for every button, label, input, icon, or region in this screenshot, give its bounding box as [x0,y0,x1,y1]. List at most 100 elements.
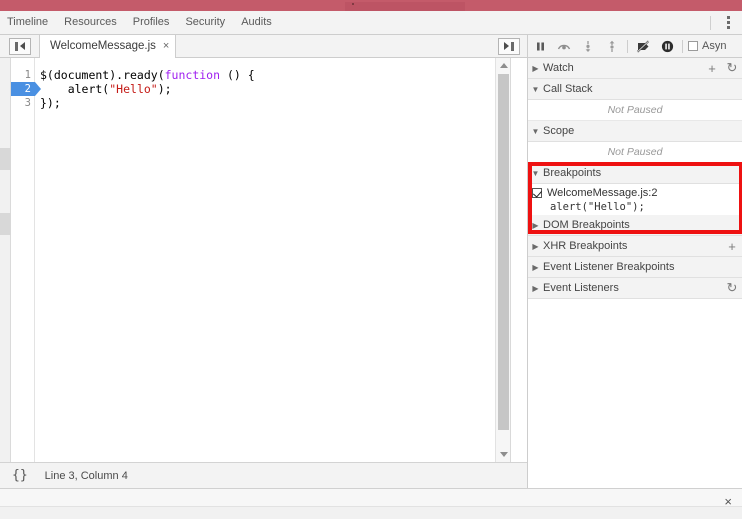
step-out-icon [609,40,615,52]
navigator-collapsed-rail[interactable] [0,58,11,462]
tab-resources[interactable]: Resources [56,11,125,34]
bottom-drawer: × [0,488,742,519]
sidebar-section-call-stack[interactable]: ▼ Call Stack [528,79,742,100]
editor-gutter[interactable] [11,58,35,462]
breakpoint-item-header: WelcomeMessage.js:2 [532,187,742,199]
code-token: $(document).ready( [40,68,165,82]
pretty-print-icon[interactable]: {} [12,468,28,483]
scrollbar-thumb[interactable] [498,74,509,430]
breakpoint-list-item[interactable]: WelcomeMessage.js:2 alert("Hello"); [528,184,742,215]
code-content[interactable]: $(document).ready(function () { alert("H… [36,58,510,462]
close-drawer-icon[interactable]: × [724,495,732,508]
step-into-icon [585,40,591,52]
rail-handle[interactable] [0,213,11,235]
xhr-breakpoints-label: XHR Breakpoints [543,240,628,252]
more-options-icon[interactable] [720,11,736,35]
sidebar-section-event-listener-breakpoints[interactable]: ▶ Event Listener Breakpoints [528,257,742,278]
tab-security[interactable]: Security [177,11,233,34]
breakpoint-location-label: WelcomeMessage.js:2 [547,187,658,199]
toolbar-divider [710,15,711,30]
toolbar-divider [627,39,628,53]
refresh-event-listeners-icon[interactable]: ↻ [722,280,742,296]
scroll-up-icon[interactable] [496,58,511,73]
step-over-next-function-call-button[interactable] [552,35,576,58]
browser-tab-strip [345,2,465,11]
breakpoint-enabled-checkbox[interactable] [532,188,542,198]
rail-handle[interactable] [0,148,11,170]
pause-on-exceptions-button[interactable] [655,35,679,58]
code-token: function [164,68,221,82]
event-listener-breakpoints-label: Event Listener Breakpoints [543,261,675,273]
sidebar-section-event-listeners[interactable]: ▶ Event Listeners ↻ [528,278,742,299]
tab-audits[interactable]: Audits [233,11,280,34]
chevron-down-icon[interactable]: ▼ [528,85,543,94]
code-token: }); [40,96,61,110]
scope-empty-message: Not Paused [528,142,742,163]
step-over-icon [557,44,571,50]
resume-script-execution-button[interactable] [528,35,552,58]
navigator-caret [20,42,25,50]
kebab-dot [726,21,730,24]
deactivate-breakpoints-button[interactable] [631,35,655,58]
refresh-watch-icon[interactable]: ↻ [722,60,742,76]
dom-breakpoints-label: DOM Breakpoints [543,219,630,231]
chevron-right-icon[interactable]: ▶ [528,284,543,293]
line-number[interactable]: 1 [11,68,35,82]
browser-title-bar [0,0,742,11]
add-watch-expression-icon[interactable]: + [702,61,722,76]
sidebar-section-dom-breakpoints[interactable]: ▶ DOM Breakpoints [528,215,742,236]
editor-status-bar: {} Line 3, Column 4 [0,462,527,488]
chevron-right-icon[interactable]: ▶ [528,263,543,272]
code-editor[interactable]: 123 $(document).ready(function () { aler… [11,58,511,462]
chevron-right-icon[interactable]: ▶ [528,221,543,230]
code-token: ); [157,82,172,96]
step-out-of-current-function-button[interactable] [600,35,624,58]
chevron-down-icon[interactable]: ▼ [528,169,543,178]
cursor-position-label: Line 3, Column 4 [44,469,128,482]
step-into-next-function-call-button[interactable] [576,35,600,58]
breakpoints-label: Breakpoints [543,167,602,179]
chevron-right-icon[interactable]: ▶ [528,242,543,251]
call-stack-empty-message: Not Paused [528,100,742,121]
chevron-down-icon[interactable]: ▼ [528,127,543,136]
scroll-down-icon[interactable] [496,447,511,462]
sidebar-section-watch[interactable]: ▶ Watch + ↻ [528,58,742,79]
tab-profiles[interactable]: Profiles [125,11,178,34]
chevron-right-icon[interactable]: ▶ [528,64,543,73]
file-tab-welcomemessage[interactable]: WelcomeMessage.js × [39,34,177,58]
call-stack-label: Call Stack [543,83,593,95]
sources-sub-toolbar: WelcomeMessage.js × [0,34,527,58]
breakpoint-code-snippet: alert("Hello"); [550,201,645,213]
line-number[interactable]: 3 [11,96,35,110]
toolbar-divider [682,39,683,53]
sidebar-section-scope[interactable]: ▼ Scope [528,121,742,142]
event-listeners-label: Event Listeners [543,282,619,294]
code-line[interactable]: }); [40,96,61,110]
deactivate-breakpoints-icon [636,40,649,52]
add-xhr-breakpoint-icon[interactable]: + [722,239,742,254]
sidebar-section-xhr-breakpoints[interactable]: ▶ XHR Breakpoints + [528,236,742,257]
sidebar-section-breakpoints[interactable]: ▼ Breakpoints [528,163,742,184]
breakpoint-marker-line-number[interactable]: 2 [11,82,41,96]
debugger-caret [504,42,509,50]
show-debugger-icon[interactable] [498,37,520,55]
caret-up-glyph [499,63,508,68]
code-line[interactable]: alert("Hello"); [40,82,172,96]
code-token: alert( [40,82,110,96]
watch-label: Watch [543,62,574,74]
file-tab-close-icon[interactable]: × [163,40,169,52]
navigator-bar [15,41,18,51]
async-checkbox-box[interactable] [688,41,698,51]
code-line[interactable]: $(document).ready(function () { [40,68,255,82]
code-token: () { [220,68,255,82]
scope-label: Scope [543,125,575,137]
kebab-dot [726,26,730,29]
devtools-panel-tabs: Timeline Resources Profiles Security Aud… [0,11,742,35]
pause-circle-icon [661,40,673,52]
browser-tab-favicon [352,3,354,5]
async-checkbox[interactable]: Asyn [688,40,726,52]
tab-timeline[interactable]: Timeline [0,11,56,34]
pause-icon [536,42,544,50]
editor-vertical-scrollbar[interactable] [495,58,510,462]
show-navigator-icon[interactable] [9,37,31,55]
